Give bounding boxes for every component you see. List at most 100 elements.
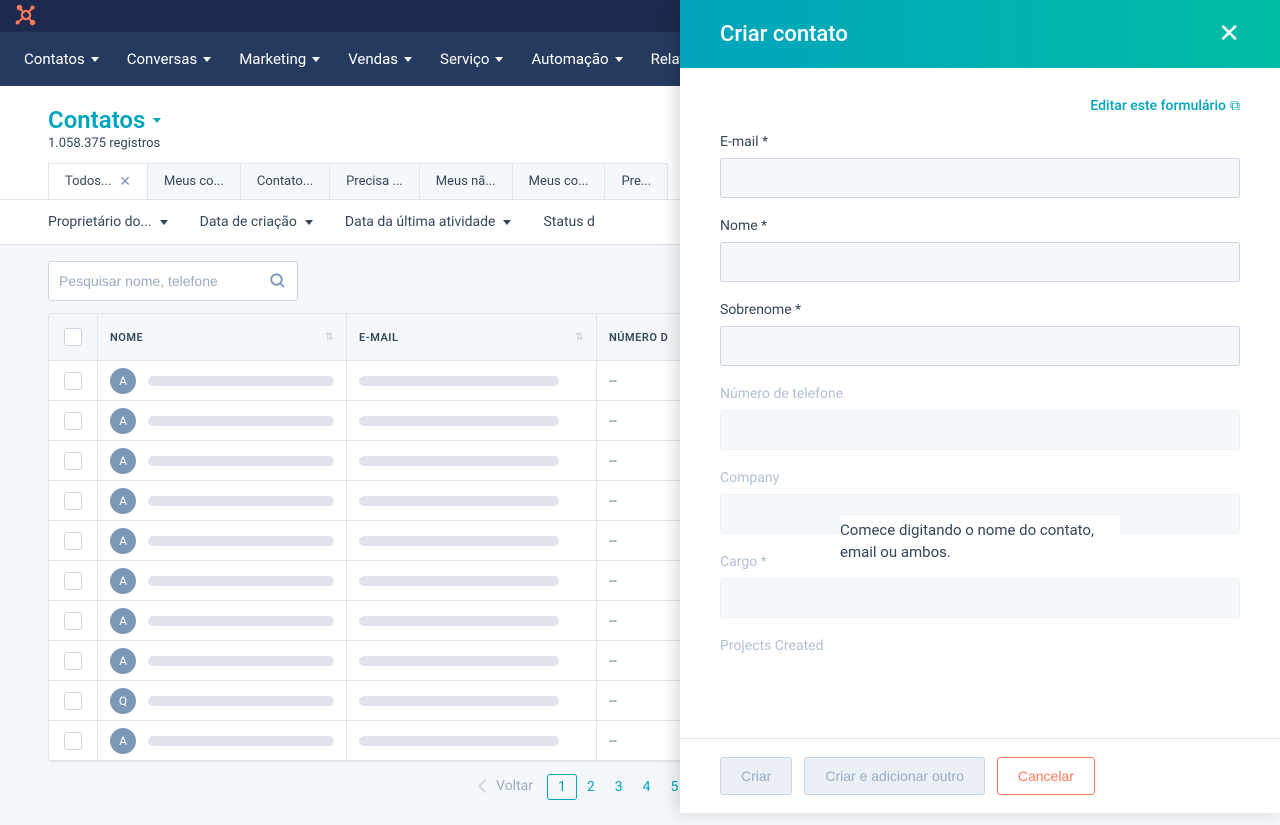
page-title-dropdown[interactable]: Contatos bbox=[48, 106, 161, 134]
sort-icon: ⇅ bbox=[575, 332, 584, 343]
name-placeholder bbox=[148, 496, 334, 506]
avatar: A bbox=[110, 448, 136, 474]
email-placeholder bbox=[359, 696, 559, 706]
nav-vendas[interactable]: Vendas bbox=[348, 50, 412, 68]
field-label: Número de telefone bbox=[720, 386, 1240, 402]
name-placeholder bbox=[148, 736, 334, 746]
name-placeholder bbox=[148, 536, 334, 546]
select-all-checkbox[interactable] bbox=[64, 328, 82, 346]
avatar: A bbox=[110, 368, 136, 394]
panel-header: Criar contato ✕ bbox=[680, 0, 1280, 68]
field-label: Projects Created bbox=[720, 638, 1240, 654]
search-input[interactable] bbox=[59, 273, 269, 289]
avatar: A bbox=[110, 528, 136, 554]
view-tab[interactable]: Precisa ... bbox=[330, 163, 420, 199]
chevron-down-icon bbox=[203, 57, 211, 62]
view-tab[interactable]: Meus nã... bbox=[420, 163, 513, 199]
cancel-button[interactable]: Cancelar bbox=[997, 757, 1095, 795]
close-icon[interactable]: ✕ bbox=[1218, 19, 1240, 49]
view-tab[interactable]: Pre... bbox=[605, 163, 668, 199]
create-another-button[interactable]: Criar e adicionar outro bbox=[804, 757, 985, 795]
chevron-down-icon bbox=[495, 57, 503, 62]
nav-conversas[interactable]: Conversas bbox=[127, 50, 211, 68]
chevron-down-icon bbox=[615, 57, 623, 62]
telefone-input[interactable] bbox=[720, 410, 1240, 450]
nav-automacao[interactable]: Automação bbox=[531, 50, 622, 68]
name-placeholder bbox=[148, 696, 334, 706]
email-input[interactable] bbox=[720, 158, 1240, 198]
create-button[interactable]: Criar bbox=[720, 757, 792, 795]
pagination-prev[interactable]: Voltar bbox=[480, 778, 533, 794]
field-telefone: Número de telefone bbox=[720, 386, 1240, 450]
avatar: Q bbox=[110, 688, 136, 714]
row-checkbox[interactable] bbox=[64, 492, 82, 510]
name-placeholder bbox=[148, 416, 334, 426]
name-placeholder bbox=[148, 656, 334, 666]
avatar: A bbox=[110, 728, 136, 754]
pagination-page[interactable]: 4 bbox=[633, 775, 661, 799]
field-label: Sobrenome * bbox=[720, 302, 1240, 318]
row-checkbox[interactable] bbox=[64, 452, 82, 470]
search-input-wrap bbox=[48, 261, 298, 301]
field-projects: Projects Created bbox=[720, 638, 1240, 654]
filter-status[interactable]: Status d bbox=[543, 214, 594, 230]
avatar: A bbox=[110, 608, 136, 634]
chevron-down-icon bbox=[503, 220, 511, 225]
chevron-left-icon bbox=[478, 778, 492, 792]
close-icon[interactable]: ✕ bbox=[119, 175, 131, 189]
avatar: A bbox=[110, 488, 136, 514]
row-checkbox[interactable] bbox=[64, 692, 82, 710]
nome-input[interactable] bbox=[720, 242, 1240, 282]
row-checkbox[interactable] bbox=[64, 572, 82, 590]
name-placeholder bbox=[148, 456, 334, 466]
field-email: E-mail * bbox=[720, 134, 1240, 198]
search-icon bbox=[269, 272, 287, 290]
row-checkbox[interactable] bbox=[64, 652, 82, 670]
pagination-page[interactable]: 1 bbox=[547, 774, 577, 800]
column-email[interactable]: E-MAIL⇅ bbox=[347, 314, 597, 360]
name-placeholder bbox=[148, 576, 334, 586]
nav-contatos[interactable]: Contatos bbox=[24, 50, 99, 68]
external-link-icon: ⧉ bbox=[1230, 98, 1240, 114]
view-tab[interactable]: Meus co... bbox=[148, 163, 241, 199]
edit-form-link[interactable]: Editar este formulário⧉ bbox=[720, 98, 1240, 114]
view-tab[interactable]: Todos...✕ bbox=[48, 163, 148, 199]
view-tab[interactable]: Meus co... bbox=[513, 163, 606, 199]
create-contact-panel: Criar contato ✕ Editar este formulário⧉ … bbox=[680, 0, 1280, 813]
field-label: Nome * bbox=[720, 218, 1240, 234]
row-checkbox[interactable] bbox=[64, 372, 82, 390]
chevron-down-icon bbox=[305, 220, 313, 225]
row-checkbox[interactable] bbox=[64, 612, 82, 630]
chevron-down-icon bbox=[153, 118, 161, 123]
email-placeholder bbox=[359, 536, 559, 546]
pagination-page[interactable]: 3 bbox=[605, 775, 633, 799]
filter-owner[interactable]: Proprietário do... bbox=[48, 214, 168, 230]
row-checkbox[interactable] bbox=[64, 532, 82, 550]
filter-last-activity[interactable]: Data da última atividade bbox=[345, 214, 512, 230]
email-placeholder bbox=[359, 376, 559, 386]
avatar: A bbox=[110, 648, 136, 674]
filter-create-date[interactable]: Data de criação bbox=[200, 214, 313, 230]
row-checkbox[interactable] bbox=[64, 732, 82, 750]
row-checkbox[interactable] bbox=[64, 412, 82, 430]
pagination-page[interactable]: 2 bbox=[577, 775, 605, 799]
column-name[interactable]: NOME⇅ bbox=[97, 314, 347, 360]
view-tab[interactable]: Contato... bbox=[241, 163, 330, 199]
field-nome: Nome * bbox=[720, 218, 1240, 282]
name-placeholder bbox=[148, 376, 334, 386]
email-placeholder bbox=[359, 616, 559, 626]
sort-icon: ⇅ bbox=[325, 332, 334, 343]
nav-marketing[interactable]: Marketing bbox=[239, 50, 320, 68]
chevron-down-icon bbox=[312, 57, 320, 62]
sobrenome-input[interactable] bbox=[720, 326, 1240, 366]
panel-footer: Criar Criar e adicionar outro Cancelar bbox=[680, 738, 1280, 813]
name-placeholder bbox=[148, 616, 334, 626]
field-sobrenome: Sobrenome * bbox=[720, 302, 1240, 366]
email-placeholder bbox=[359, 496, 559, 506]
email-placeholder bbox=[359, 736, 559, 746]
cargo-input[interactable] bbox=[720, 578, 1240, 618]
panel-title: Criar contato bbox=[720, 22, 848, 47]
nav-servico[interactable]: Serviço bbox=[440, 50, 503, 68]
tooltip-hint: Comece digitando o nome do contato, emai… bbox=[840, 516, 1120, 568]
avatar: A bbox=[110, 408, 136, 434]
